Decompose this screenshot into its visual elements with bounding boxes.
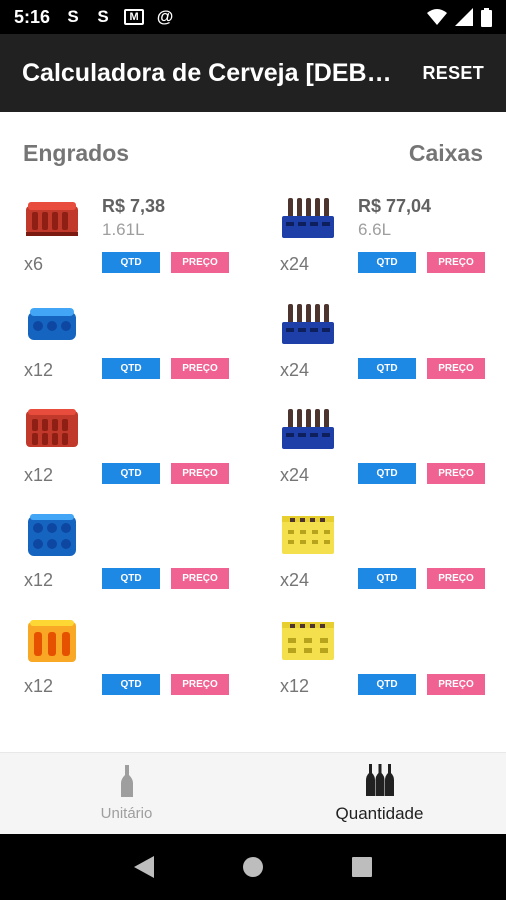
- preco-button[interactable]: PREÇO: [427, 568, 485, 589]
- engradado-item-1: R$ 7,38 1.61L x6 QTD PREÇO: [24, 196, 254, 296]
- blue-crate-icon: [282, 304, 334, 344]
- blue-crate-icon: [282, 409, 334, 449]
- preco-button[interactable]: PREÇO: [171, 252, 229, 273]
- status-bar: 5:16 S S M @: [0, 0, 506, 34]
- caixa-price: R$ 77,04: [358, 196, 432, 216]
- red-can-pack-icon: [26, 202, 78, 236]
- notification-s-icon: S: [97, 7, 109, 26]
- qtd-button[interactable]: QTD: [358, 358, 416, 379]
- preco-button[interactable]: PREÇO: [427, 463, 485, 484]
- qtd-button[interactable]: QTD: [358, 568, 416, 589]
- blue-can-pack-icon: [28, 514, 76, 556]
- wifi-icon: [427, 9, 447, 25]
- qtd-button[interactable]: QTD: [102, 252, 160, 273]
- engradado-item-5: x12 QTD PREÇO: [24, 618, 254, 718]
- caixa-multiplier: x24: [280, 254, 310, 274]
- preco-button[interactable]: PREÇO: [171, 463, 229, 484]
- tab-unitario[interactable]: Unitário: [0, 753, 253, 834]
- home-button[interactable]: [233, 847, 273, 887]
- back-triangle-icon: [134, 856, 155, 878]
- single-bottle-icon: [120, 765, 133, 797]
- caixa-item-4: x24 QTD PREÇO: [280, 512, 506, 612]
- system-navigation-bar: [0, 834, 506, 900]
- recents-button[interactable]: [342, 847, 382, 887]
- caixa-multiplier: x24: [280, 465, 310, 485]
- caixa-item-5: x12 QTD PREÇO: [280, 618, 506, 718]
- engradado-multiplier: x12: [24, 570, 54, 590]
- column-header-engradados: Engrados: [23, 140, 130, 166]
- caixa-item-2: x24 QTD PREÇO: [280, 302, 506, 402]
- reset-button[interactable]: RESET: [422, 63, 484, 84]
- notification-s-icon: S: [67, 7, 79, 26]
- engradado-item-4: x12 QTD PREÇO: [24, 512, 254, 612]
- red-can-pack-icon: [26, 409, 78, 447]
- engradado-multiplier: x12: [24, 360, 54, 380]
- blue-can-pack-icon: [28, 308, 76, 340]
- column-header-caixas: Caixas: [408, 140, 483, 166]
- sync-icon: @: [156, 7, 174, 26]
- preco-button[interactable]: PREÇO: [427, 674, 485, 695]
- qtd-button[interactable]: QTD: [102, 568, 160, 589]
- recents-square-icon: [351, 857, 372, 877]
- app-title: Calculadora de Cerveja [DEB…: [22, 58, 392, 87]
- engradado-price: R$ 7,38: [102, 196, 166, 216]
- system-status-icons: [427, 7, 492, 27]
- yellow-can-pack-icon: [28, 620, 76, 662]
- qtd-button[interactable]: QTD: [358, 674, 416, 695]
- preco-button[interactable]: PREÇO: [171, 358, 229, 379]
- caixa-item-3: x24 QTD PREÇO: [280, 407, 506, 507]
- yellow-crate-icon: [282, 516, 334, 554]
- back-button[interactable]: [124, 847, 164, 887]
- caixa-item-1: R$ 77,04 6.6L x24 QTD PREÇO: [280, 196, 506, 296]
- qtd-button[interactable]: QTD: [358, 463, 416, 484]
- home-circle-icon: [242, 857, 263, 877]
- engradado-volume: 1.61L: [102, 220, 145, 239]
- status-time: 5:16: [14, 6, 51, 27]
- qtd-button[interactable]: QTD: [102, 674, 160, 695]
- engradado-multiplier: x12: [24, 676, 54, 696]
- engradado-multiplier: x6: [24, 254, 44, 274]
- preco-button[interactable]: PREÇO: [427, 252, 485, 273]
- caixa-volume: 6.6L: [358, 220, 392, 239]
- three-bottles-icon: [365, 763, 394, 796]
- gmail-icon: M: [124, 9, 145, 25]
- caixa-multiplier: x24: [280, 360, 310, 380]
- yellow-crate-icon: [282, 622, 334, 660]
- tab-quantidade[interactable]: Quantidade: [253, 753, 506, 834]
- bottom-navigation: Unitário Quantidade: [0, 752, 506, 834]
- qtd-button[interactable]: QTD: [102, 358, 160, 379]
- blue-crate-icon: [282, 198, 334, 238]
- tab-unitario-label: Unitário: [100, 805, 153, 822]
- caixa-multiplier: x24: [280, 570, 310, 590]
- engradado-item-2: x12 QTD PREÇO: [24, 302, 254, 402]
- preco-button[interactable]: PREÇO: [427, 358, 485, 379]
- engradado-multiplier: x12: [24, 465, 54, 485]
- notification-icons: S S M @: [64, 7, 174, 27]
- qtd-button[interactable]: QTD: [358, 252, 416, 273]
- tab-quantidade-label: Quantidade: [335, 803, 424, 823]
- engradado-item-3: x12 QTD PREÇO: [24, 407, 254, 507]
- main-content: Engrados Caixas R$ 7,38 1.61L x6 QTD PRE…: [0, 112, 506, 752]
- preco-button[interactable]: PREÇO: [171, 674, 229, 695]
- caixa-multiplier: x12: [280, 676, 310, 696]
- preco-button[interactable]: PREÇO: [171, 568, 229, 589]
- battery-icon: [481, 7, 492, 27]
- signal-icon: [455, 8, 473, 26]
- qtd-button[interactable]: QTD: [102, 463, 160, 484]
- app-bar: Calculadora de Cerveja [DEB… RESET: [0, 34, 506, 112]
